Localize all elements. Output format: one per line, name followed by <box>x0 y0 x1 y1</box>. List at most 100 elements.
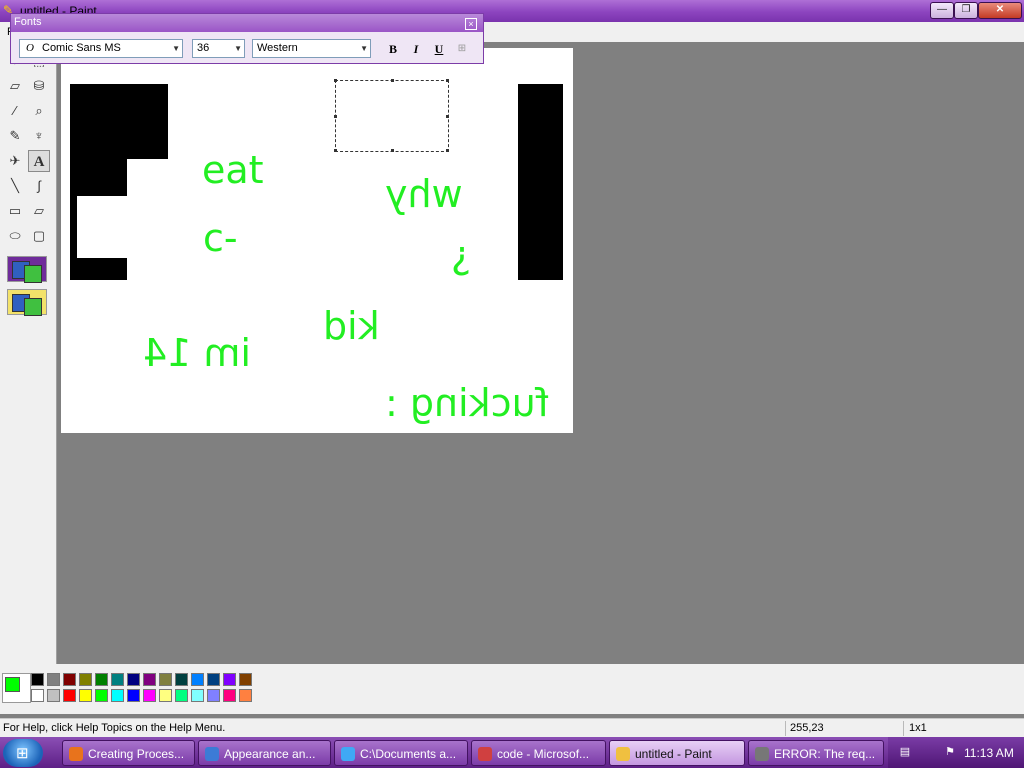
status-divider <box>903 721 904 736</box>
taskbar-item[interactable]: C:\Documents a... <box>334 740 468 766</box>
minimize-button[interactable]: — <box>930 2 954 19</box>
airbrush-icon[interactable]: ✈ <box>4 150 26 172</box>
palette-swatch[interactable] <box>239 689 252 702</box>
taskbar-item-label: untitled - Paint <box>635 747 712 761</box>
palette-swatch[interactable] <box>143 673 156 686</box>
palette-swatch[interactable] <box>159 673 172 686</box>
line-icon[interactable]: ╲ <box>4 175 26 197</box>
text-eat: eat <box>202 148 264 192</box>
palette-swatch[interactable] <box>191 673 204 686</box>
color-picker-icon[interactable]: ⁄ <box>4 100 26 122</box>
palette-swatch[interactable] <box>175 689 188 702</box>
magnifier-icon[interactable]: ⌕ <box>28 100 50 122</box>
text-im-14: im 14 <box>143 331 252 375</box>
clock[interactable]: 11:13 AM <box>964 746 1014 760</box>
palette-swatch[interactable] <box>207 689 220 702</box>
taskbar-item[interactable]: untitled - Paint <box>609 740 745 766</box>
text-opaque-option[interactable] <box>7 256 47 283</box>
resize-handle[interactable] <box>446 115 449 118</box>
raccoon-icon <box>755 747 769 761</box>
rounded-rectangle-icon[interactable]: ▢ <box>28 225 50 247</box>
taskbar-item[interactable]: Creating Proces... <box>62 740 195 766</box>
taskbar-item-label: Appearance an... <box>224 747 316 761</box>
palette-swatch[interactable] <box>175 673 188 686</box>
status-size: 1x1 <box>909 722 927 734</box>
text-fucking: fucking : <box>385 381 550 425</box>
curve-icon[interactable]: ∫ <box>28 175 50 197</box>
palette-swatch[interactable] <box>223 673 236 686</box>
ie-icon <box>341 747 355 761</box>
opentype-icon: O <box>26 42 34 54</box>
font-toolbar-title-bar[interactable]: Fonts × <box>11 14 483 32</box>
resize-handle[interactable] <box>334 79 337 82</box>
text-why: why <box>385 172 463 216</box>
palette-swatch[interactable] <box>95 673 108 686</box>
palette-swatch[interactable] <box>47 673 60 686</box>
palette-swatch[interactable] <box>207 673 220 686</box>
resize-handle[interactable] <box>391 149 394 152</box>
palette-swatch[interactable] <box>239 673 252 686</box>
italic-button[interactable]: I <box>406 40 426 58</box>
font-name-select[interactable]: O Comic Sans MS ▼ <box>19 39 183 58</box>
status-coordinates: 255,23 <box>790 722 824 734</box>
chevron-down-icon[interactable]: ▼ <box>360 40 368 57</box>
palette-swatch[interactable] <box>127 673 140 686</box>
text-tool-icon[interactable]: A <box>28 150 50 172</box>
taskbar-item-label: Creating Proces... <box>88 747 185 761</box>
palette-swatch[interactable] <box>31 673 44 686</box>
pencil-icon[interactable]: ✎ <box>4 125 26 147</box>
palette-swatch[interactable] <box>159 689 172 702</box>
palette-swatch[interactable] <box>63 689 76 702</box>
close-icon[interactable]: × <box>465 18 477 30</box>
palette-swatch[interactable] <box>47 689 60 702</box>
font-toolbar: Fonts × O Comic Sans MS ▼ 36 ▼ Western ▼… <box>10 13 484 64</box>
palette-swatch[interactable] <box>31 689 44 702</box>
underline-button[interactable]: U <box>429 40 449 58</box>
taskbar-item-label: code - Microsof... <box>497 747 590 761</box>
resize-handle[interactable] <box>334 149 337 152</box>
font-size-select[interactable]: 36 ▼ <box>192 39 245 58</box>
eraser-icon[interactable]: ▱ <box>4 75 26 97</box>
restore-button[interactable]: ❐ <box>954 2 978 19</box>
chevron-down-icon[interactable]: ▼ <box>234 40 242 57</box>
palette-swatch[interactable] <box>79 673 92 686</box>
palette-swatch[interactable] <box>191 689 204 702</box>
palette-swatch[interactable] <box>127 689 140 702</box>
text-transparent-option[interactable] <box>7 289 47 316</box>
text-c-dash: c- <box>203 216 238 260</box>
current-colors[interactable] <box>2 673 31 703</box>
close-button[interactable]: ✕ <box>978 2 1022 19</box>
taskbar-item[interactable]: Appearance an... <box>198 740 331 766</box>
palette-swatch[interactable] <box>111 673 124 686</box>
text-selection-box[interactable] <box>334 79 449 152</box>
palette-swatch[interactable] <box>143 689 156 702</box>
script-select[interactable]: Western ▼ <box>252 39 371 58</box>
bold-button[interactable]: B <box>383 40 403 58</box>
palette-swatch[interactable] <box>111 689 124 702</box>
resize-handle[interactable] <box>446 149 449 152</box>
taskbar-item-label: C:\Documents a... <box>360 747 457 761</box>
drawing-canvas[interactable]: eat c- why ? kid im 14 fucking : <box>61 48 573 433</box>
paint-palette-icon <box>478 747 492 761</box>
ellipse-icon[interactable]: ⬭ <box>4 225 26 247</box>
keyboard-icon[interactable]: ▤ <box>898 745 912 759</box>
fill-bucket-icon[interactable]: ⛁ <box>28 75 50 97</box>
palette-swatch[interactable] <box>223 689 236 702</box>
network-icon[interactable]: ⚑ <box>943 745 957 759</box>
palette-swatch[interactable] <box>79 689 92 702</box>
palette-swatch[interactable] <box>95 689 108 702</box>
start-button[interactable]: ⊞ <box>3 739 43 767</box>
foreground-color-swatch <box>5 677 20 692</box>
resize-handle[interactable] <box>391 79 394 82</box>
font-name-value: Comic Sans MS <box>42 42 121 54</box>
palette-swatch[interactable] <box>63 673 76 686</box>
rectangle-icon[interactable]: ▭ <box>4 200 26 222</box>
resize-handle[interactable] <box>446 79 449 82</box>
taskbar-item[interactable]: code - Microsof... <box>471 740 606 766</box>
resize-handle[interactable] <box>334 115 337 118</box>
system-tray: ▤ ⚑ 11:13 AM <box>888 737 1024 768</box>
brush-icon[interactable]: ♆ <box>28 125 50 147</box>
chevron-down-icon[interactable]: ▼ <box>172 40 180 57</box>
polygon-icon[interactable]: ▱ <box>28 200 50 222</box>
taskbar-item[interactable]: ERROR: The req... <box>748 740 884 766</box>
